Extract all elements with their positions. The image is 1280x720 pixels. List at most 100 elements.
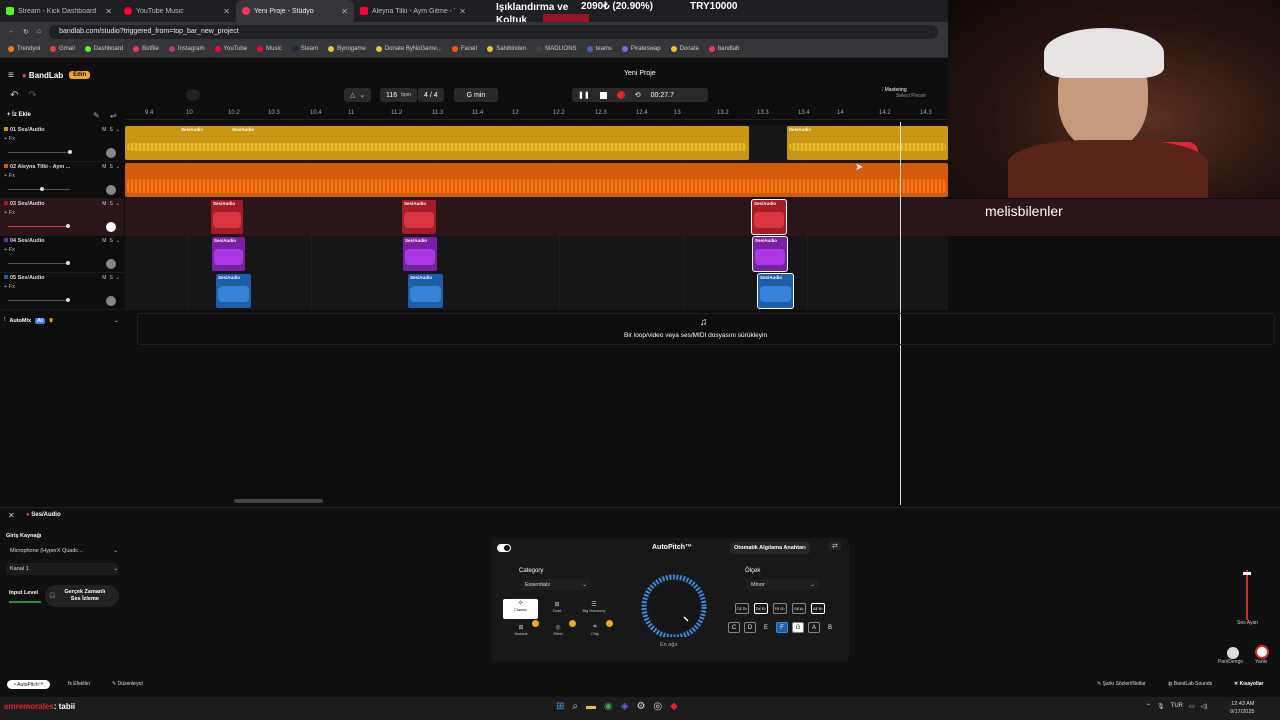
pan-knob[interactable] bbox=[106, 296, 116, 306]
search-icon[interactable]: ⌕ bbox=[572, 701, 578, 712]
volume-slider[interactable] bbox=[8, 224, 70, 228]
mute-button[interactable]: M bbox=[102, 164, 106, 170]
volume-slider[interactable] bbox=[8, 150, 72, 154]
automix-row[interactable]: ⫶ AutoMix AI ♛ ⌄ bbox=[4, 317, 119, 324]
time-signature-field[interactable]: 4 / 4 bbox=[418, 88, 444, 102]
solo-button[interactable]: S bbox=[109, 275, 112, 281]
volume-handle[interactable] bbox=[66, 261, 70, 265]
bookmark-item[interactable]: Donate ByNoGame... bbox=[375, 46, 442, 52]
bookmark-item[interactable]: MADLIONS bbox=[536, 46, 577, 52]
bookmark-item[interactable]: teams bbox=[586, 46, 612, 52]
lyrics-notes-button[interactable]: ✎ Şarkı Sözleri/Notlar bbox=[1097, 681, 1146, 687]
add-fx-button[interactable]: + Fx bbox=[4, 247, 120, 253]
network-icon[interactable]: ▭ bbox=[1189, 703, 1195, 710]
pan-knob[interactable] bbox=[1227, 647, 1239, 659]
close-icon[interactable]: ✕ bbox=[459, 7, 466, 16]
audio-clip[interactable]: Ses/Audio bbox=[216, 274, 251, 308]
volume-handle[interactable] bbox=[68, 150, 72, 154]
solo-button[interactable]: S bbox=[109, 201, 112, 207]
tab-kick[interactable]: Stream - Kick Dashboard ✕ bbox=[0, 0, 118, 22]
url-field[interactable]: bandlab.com/studio?triggered_from=top_ba… bbox=[49, 24, 938, 39]
track-name[interactable]: 05 Ses/Audio bbox=[10, 275, 45, 281]
master-volume-slider[interactable] bbox=[1246, 570, 1248, 620]
preset-chip[interactable]: ⌗ Chip bbox=[580, 624, 610, 640]
record-icon[interactable] bbox=[616, 91, 625, 99]
audio-clip[interactable]: Ses/Audio bbox=[408, 274, 443, 308]
add-fx-button[interactable]: + Fx bbox=[4, 284, 120, 290]
tempo-field[interactable]: 116 bpm bbox=[380, 88, 417, 102]
bandlab-sounds-button[interactable]: ◍ BandLab Sounds bbox=[1168, 681, 1212, 687]
solo-button[interactable]: S bbox=[109, 164, 112, 170]
solo-button[interactable]: S bbox=[109, 238, 112, 244]
tab-autopitch[interactable]: ✧ AutoPitch™ bbox=[7, 680, 50, 689]
auto-key-button[interactable]: Otomatik Algılama Anahtarı bbox=[730, 542, 810, 554]
mute-button[interactable]: M bbox=[102, 127, 106, 133]
audio-clip[interactable] bbox=[125, 163, 948, 197]
audio-clip[interactable]: Ses/Audio Ses/Audio bbox=[125, 126, 749, 160]
loop-icon[interactable]: ⟲ bbox=[635, 91, 641, 99]
project-title[interactable]: Yeni Proje bbox=[624, 70, 656, 77]
stop-icon[interactable] bbox=[599, 91, 607, 99]
app-icon[interactable]: ◆ bbox=[670, 701, 678, 712]
bookmark-item[interactable]: Instagram bbox=[168, 46, 205, 52]
pan-knob[interactable] bbox=[106, 148, 116, 158]
add-fx-button[interactable]: + Fx bbox=[4, 173, 120, 179]
preset-natural[interactable]: ⊞ Natural bbox=[506, 624, 536, 640]
input-device-select[interactable]: Microphone (HyperX Quadc... ⌄ bbox=[6, 545, 118, 557]
bookmark-item[interactable]: YouTube bbox=[214, 46, 247, 52]
language-indicator[interactable]: TUR bbox=[1171, 703, 1183, 710]
volume-handle[interactable] bbox=[40, 187, 44, 191]
bookmark-item[interactable]: Bynogame bbox=[328, 46, 366, 52]
back-icon[interactable]: ← bbox=[8, 28, 15, 35]
category-select[interactable]: Essentials ⌄ bbox=[521, 579, 591, 590]
note-key[interactable]: B bbox=[824, 622, 836, 633]
pan-knob[interactable] bbox=[106, 185, 116, 195]
note-key[interactable]: E bbox=[760, 622, 772, 633]
bookmark-item[interactable]: Botfile bbox=[133, 46, 159, 52]
close-icon[interactable]: ✕ bbox=[341, 7, 348, 16]
bookmark-item[interactable]: Music bbox=[257, 46, 282, 52]
track-header[interactable]: 04 Ses/Audio + Fx M S ⌄ bbox=[0, 236, 124, 273]
note-key[interactable]: F♯ G♭ bbox=[773, 603, 787, 614]
track-name[interactable]: 03 Ses/Audio bbox=[10, 201, 45, 207]
autopitch-toggle[interactable] bbox=[497, 544, 511, 552]
pencil-icon[interactable]: ✎ bbox=[93, 111, 100, 120]
chevron-down-icon[interactable]: ⌄ bbox=[116, 127, 120, 133]
metronome-control[interactable]: △ ⌄ bbox=[344, 88, 372, 102]
track-header[interactable]: 05 Ses/Audio + Fx M S ⌄ bbox=[0, 273, 124, 310]
note-key[interactable]: D bbox=[744, 622, 756, 633]
chevron-down-icon[interactable]: ⌄ bbox=[116, 201, 120, 207]
bookmark-item[interactable]: bandlab bbox=[708, 46, 739, 52]
bookmark-item[interactable]: Pirateswap bbox=[621, 46, 661, 52]
audio-clip[interactable]: Ses/Audio bbox=[757, 273, 794, 309]
menu-icon[interactable]: ≡ bbox=[8, 70, 14, 81]
tab-effects[interactable]: fx Efektler bbox=[68, 681, 90, 687]
key-field[interactable]: G min bbox=[454, 88, 498, 102]
undo-icon[interactable]: ↶ bbox=[10, 90, 18, 101]
mastering-button[interactable]: ⫶ Mastering Select Preset bbox=[882, 87, 926, 99]
mute-button[interactable]: M bbox=[102, 238, 106, 244]
bandlab-logo[interactable]: ● BandLab bbox=[22, 71, 63, 80]
pan-knob[interactable] bbox=[106, 259, 116, 269]
bookmark-item[interactable]: Faceit bbox=[451, 46, 477, 52]
volume-slider[interactable] bbox=[8, 298, 70, 302]
audio-clip[interactable]: Ses/Audio bbox=[787, 126, 948, 160]
monitoring-toggle[interactable]: 🎧 Gerçek Zamanlı Ses İzleme bbox=[45, 585, 119, 607]
note-key[interactable]: G bbox=[792, 622, 804, 633]
reverb-knob[interactable] bbox=[1255, 645, 1269, 659]
file-explorer-icon[interactable]: ▬ bbox=[586, 701, 596, 712]
clock[interactable]: 12:43 AM 9/17/2025 bbox=[1230, 700, 1254, 716]
audio-clip[interactable]: Ses/Audio bbox=[403, 237, 437, 271]
tab-bandlab[interactable]: Yeni Proje - Stüdyo ✕ bbox=[236, 0, 354, 22]
close-icon[interactable]: ✕ bbox=[105, 7, 112, 16]
note-key[interactable]: G♯ A♭ bbox=[792, 603, 806, 614]
chrome-icon[interactable]: ◉ bbox=[604, 701, 613, 712]
bookmark-item[interactable]: Donate bbox=[670, 46, 699, 52]
microphone-icon[interactable]: 🎙 bbox=[1157, 703, 1165, 710]
volume-handle[interactable] bbox=[66, 298, 70, 302]
obs-icon[interactable]: ◎ bbox=[653, 701, 662, 712]
volume-icon[interactable]: ◁) bbox=[1201, 703, 1208, 710]
track-header[interactable]: 01 Ses/Audio + Fx M S ⌄ bbox=[0, 125, 124, 162]
bookmark-item[interactable]: Dashboard bbox=[84, 46, 123, 52]
note-key[interactable]: A bbox=[808, 622, 820, 633]
